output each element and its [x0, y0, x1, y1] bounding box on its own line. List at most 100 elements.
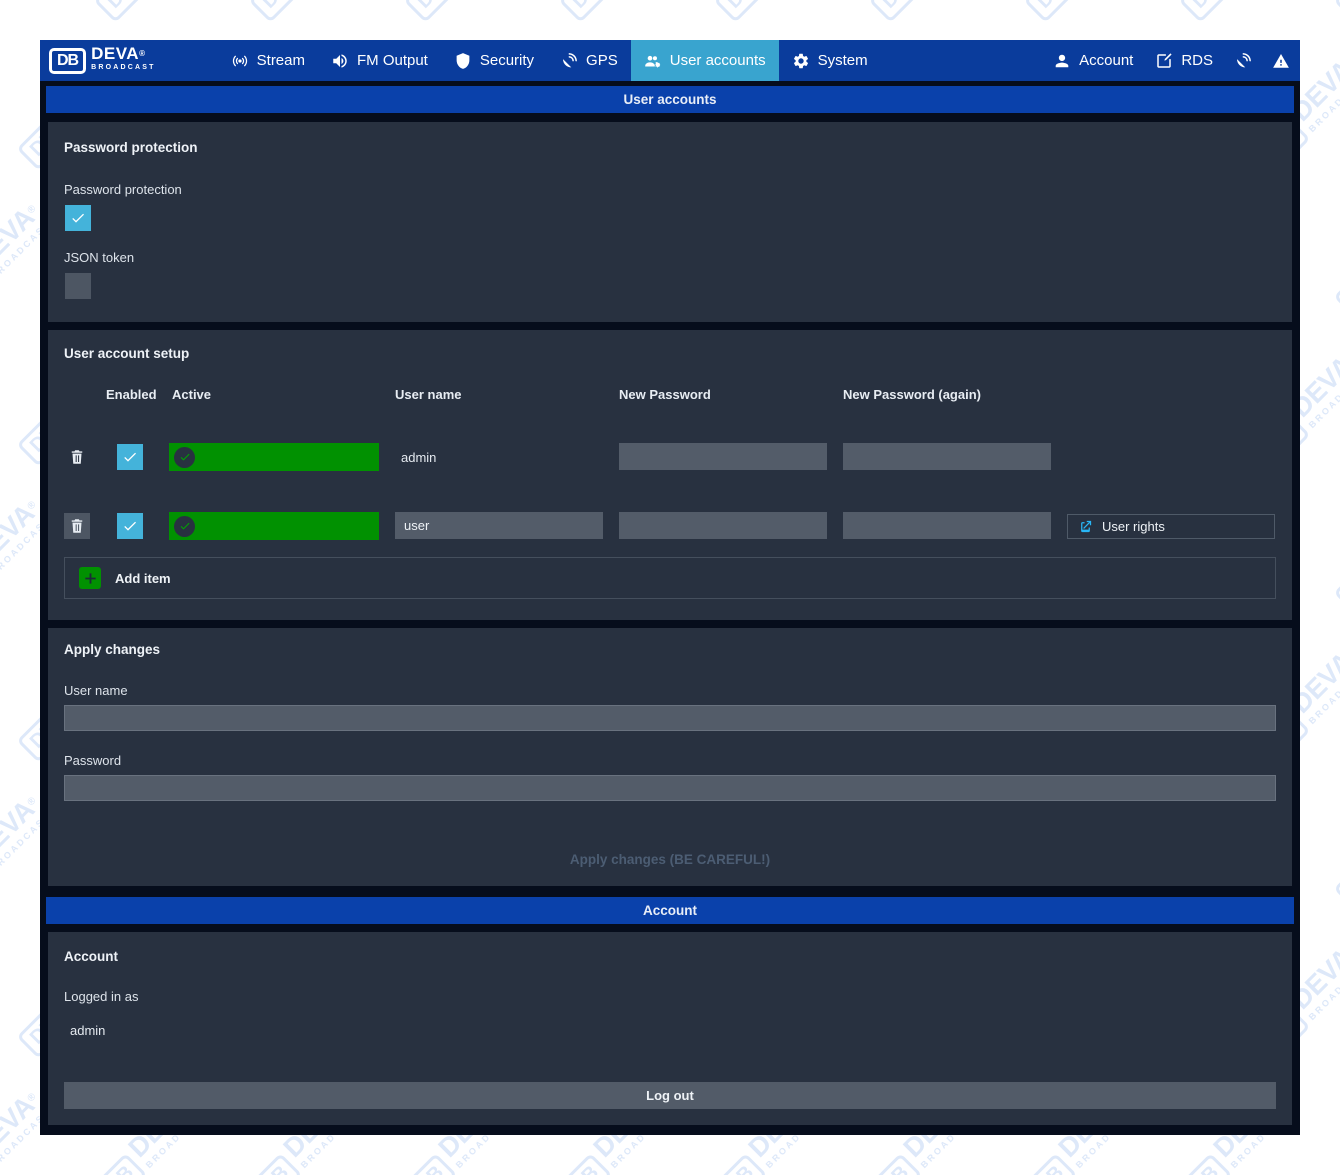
account-section-title: Account	[643, 903, 697, 918]
apply-changes-button[interactable]: Apply changes (BE CAREFUL!)	[48, 844, 1292, 874]
brand-subtitle: BROADCAST	[91, 61, 156, 74]
nav-item-label: FM Output	[357, 52, 428, 69]
nav-item-label: Security	[480, 52, 534, 69]
page-title: User accounts	[623, 92, 716, 107]
column-header-active: Active	[172, 387, 211, 402]
nav-item-security[interactable]: Security	[441, 40, 547, 81]
nav-item-label: System	[818, 52, 868, 69]
check-icon	[179, 520, 191, 532]
gear-icon	[792, 52, 810, 70]
column-header-new-password: New Password	[619, 387, 711, 402]
nav-item-label: Account	[1079, 52, 1133, 69]
deva-watermark: DBDEVA®BROADCAST	[90, 0, 211, 26]
new-password-again-input[interactable]	[843, 443, 1051, 470]
person-icon	[1053, 52, 1071, 70]
deva-watermark: DBDEVA®BROADCAST	[245, 0, 366, 26]
check-icon	[179, 451, 191, 463]
plus-icon	[79, 567, 101, 589]
deva-watermark: DBDEVA®BROADCAST	[1175, 0, 1296, 26]
logout-button[interactable]: Log out	[64, 1082, 1276, 1109]
deva-logo: DB DEVA® BROADCAST	[49, 47, 156, 74]
json-token-label: JSON token	[64, 250, 134, 265]
panel-heading: Password protection	[64, 140, 198, 155]
satellite-icon	[1234, 52, 1252, 70]
external-link-icon	[1078, 519, 1093, 534]
nav-item-user-accounts[interactable]: User accounts	[631, 40, 779, 81]
apply-changes-panel: Apply changes User name Password Apply c…	[48, 628, 1292, 886]
active-check-badge	[174, 447, 195, 468]
account-panel: Account Logged in as admin Log out	[48, 932, 1292, 1125]
speaker-icon	[331, 52, 349, 70]
active-status-indicator	[169, 512, 379, 540]
user-account-setup-panel: User account setup Enabled Active User n…	[48, 330, 1292, 620]
nav-item-account[interactable]: Account	[1042, 40, 1144, 81]
satellite-icon	[560, 52, 578, 70]
broadcast-icon	[231, 52, 249, 70]
panel-heading: Apply changes	[64, 642, 160, 657]
apply-password-label: Password	[64, 753, 121, 768]
enabled-checkbox[interactable]	[117, 513, 143, 539]
table-row-admin: admin	[48, 442, 1292, 472]
shield-icon	[454, 52, 472, 70]
column-header-new-password-again: New Password (again)	[843, 387, 981, 402]
nav-item-rds[interactable]: RDS	[1144, 40, 1224, 81]
nav-item-gps-status[interactable]	[1224, 40, 1262, 81]
nav-item-label: User accounts	[670, 52, 766, 69]
deva-watermark: DBDEVA®BROADCAST	[555, 0, 676, 26]
panel-heading: Account	[64, 949, 118, 964]
trash-icon	[68, 448, 86, 466]
password-protection-checkbox[interactable]	[65, 205, 91, 231]
delete-row-button[interactable]	[64, 513, 90, 539]
page-title-bar: User accounts	[46, 86, 1294, 113]
json-token-checkbox[interactable]	[65, 273, 91, 299]
nav-item-label: GPS	[586, 52, 618, 69]
nav-item-label: RDS	[1181, 52, 1213, 69]
nav-item-stream[interactable]: Stream	[218, 40, 318, 81]
logged-in-as-label: Logged in as	[64, 989, 138, 1004]
deva-watermark: DBDEVA®BROADCAST	[1330, 496, 1340, 617]
password-protection-panel: Password protection Password protection …	[48, 122, 1292, 322]
nav-item-alerts[interactable]	[1262, 40, 1300, 81]
deva-watermark: DBDEVA®BROADCAST	[1330, 0, 1340, 26]
logged-in-user: admin	[70, 1023, 105, 1038]
table-row-user: User rights	[48, 511, 1292, 541]
main-nav: Stream FM Output Security GPS User accou…	[218, 40, 881, 81]
trash-icon	[68, 517, 86, 535]
apply-password-input[interactable]	[64, 775, 1276, 801]
enabled-checkbox[interactable]	[117, 444, 143, 470]
delete-row-button[interactable]	[64, 444, 90, 470]
apply-username-label: User name	[64, 683, 128, 698]
user-rights-button[interactable]: User rights	[1067, 514, 1275, 539]
app-window: DB DEVA® BROADCAST Stream FM Output Secu…	[40, 40, 1300, 1135]
add-item-button[interactable]: Add item	[64, 557, 1276, 599]
check-icon	[122, 518, 138, 534]
new-password-input[interactable]	[619, 512, 827, 539]
nav-item-fm-output[interactable]: FM Output	[318, 40, 441, 81]
column-header-username: User name	[395, 387, 461, 402]
nav-item-system[interactable]: System	[779, 40, 881, 81]
deva-watermark: DBDEVA®BROADCAST	[1330, 1088, 1340, 1175]
new-password-input[interactable]	[619, 443, 827, 470]
deva-watermark: DBDEVA®BROADCAST	[1330, 792, 1340, 913]
new-password-again-input[interactable]	[843, 512, 1051, 539]
deva-logo-monogram: DB	[49, 48, 86, 74]
username-input[interactable]	[395, 512, 603, 539]
deva-watermark: DBDEVA®BROADCAST	[400, 0, 521, 26]
deva-watermark: DBDEVA®BROADCAST	[1330, 200, 1340, 321]
active-check-badge	[174, 516, 195, 537]
warning-icon	[1272, 52, 1290, 70]
nav-item-gps[interactable]: GPS	[547, 40, 631, 81]
check-icon	[70, 210, 86, 226]
edit-icon	[1155, 52, 1173, 70]
add-item-label: Add item	[115, 571, 171, 586]
navbar: DB DEVA® BROADCAST Stream FM Output Secu…	[40, 40, 1300, 81]
username-text: admin	[401, 450, 436, 465]
nav-right: Account RDS	[1042, 40, 1300, 81]
apply-username-input[interactable]	[64, 705, 1276, 731]
deva-watermark: DBDEVA®BROADCAST	[1020, 0, 1141, 26]
deva-watermark: DBDEVA®BROADCAST	[0, 0, 56, 26]
brand-registered-mark: ®	[139, 49, 145, 58]
password-protection-label: Password protection	[64, 182, 182, 197]
check-icon	[122, 449, 138, 465]
users-icon	[644, 52, 662, 70]
